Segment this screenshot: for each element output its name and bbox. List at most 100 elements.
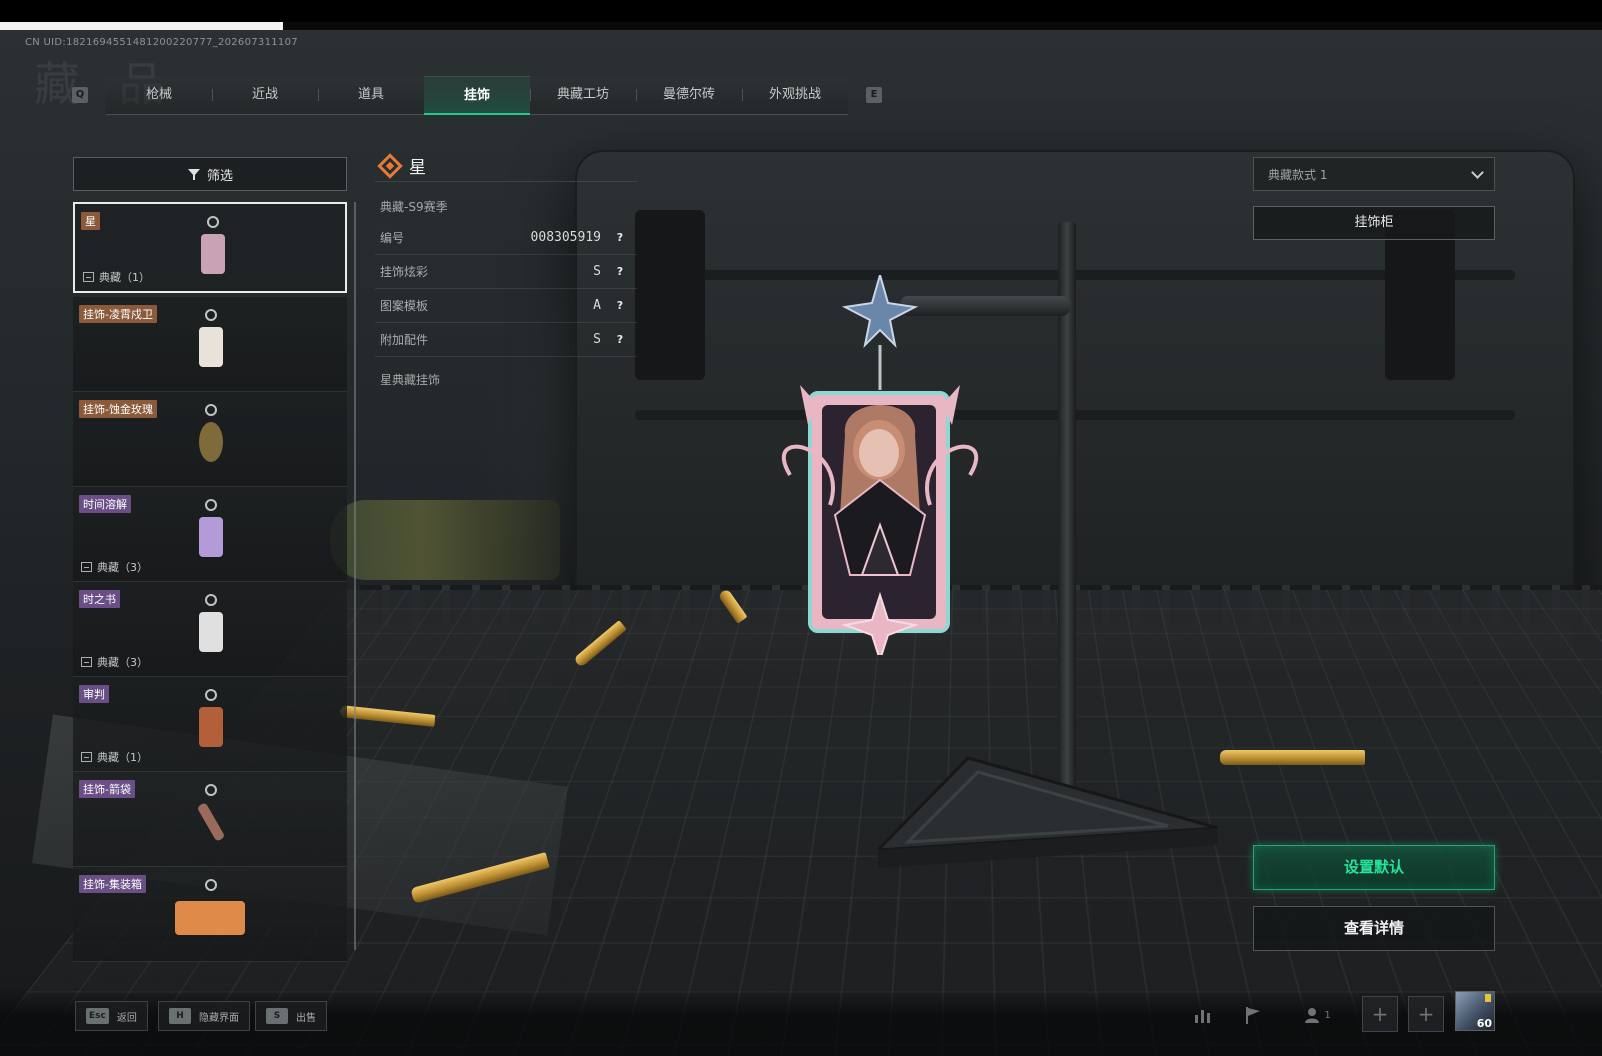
view-details-button[interactable]: 查看详情	[1253, 906, 1495, 951]
row-label: 附加配件	[380, 333, 429, 347]
help-icon[interactable]: ?	[613, 333, 627, 347]
sell-hint[interactable]: S 出售	[255, 1001, 327, 1031]
item-tag: 时间溶解	[79, 495, 131, 513]
collection-label: 典藏（1）	[97, 751, 148, 764]
help-icon[interactable]: ?	[613, 299, 627, 313]
row-label: 图案模板	[380, 299, 429, 313]
bullet-prop	[1220, 750, 1365, 765]
top-progress-strip	[0, 22, 1602, 30]
detail-season: 典藏-S9赛季	[380, 200, 448, 214]
charm-thumbnail	[193, 309, 229, 375]
friends-icon[interactable]: 1	[1295, 1000, 1339, 1030]
charm-thumbnail	[193, 594, 229, 660]
item-tag: 时之书	[79, 590, 120, 608]
charm-thumbnail	[193, 689, 229, 755]
player-level: 60	[1476, 1017, 1492, 1030]
chevron-down-icon	[1471, 166, 1484, 179]
tab-mandel-bricks[interactable]: 曼德尔砖	[636, 76, 742, 114]
tab-melee[interactable]: 近战	[212, 76, 318, 114]
collection-label: 典藏（3）	[97, 656, 148, 669]
list-item[interactable]: 挂饰-蚀金玫瑰	[73, 392, 347, 487]
charm-detail-panel: 星 典藏-S9赛季 编号 008305919 ? 挂饰炫彩 S ? 图案模板 A…	[375, 150, 637, 388]
row-value: A	[593, 298, 601, 313]
collection-icon	[81, 752, 92, 762]
filter-icon	[187, 167, 201, 181]
dropdown-value: 典藏款式 1	[1268, 167, 1328, 182]
collection-label: 典藏（1）	[99, 271, 150, 284]
list-item[interactable]: 时之书 典藏（3）	[73, 582, 347, 677]
row-label: 挂饰炫彩	[380, 265, 429, 279]
collection-count: 典藏（1）	[81, 749, 148, 765]
row-label: 编号	[380, 231, 405, 245]
detail-header: 星	[375, 150, 637, 182]
friends-count: 1	[1324, 1009, 1331, 1021]
player-uid: CN UID:1821694551481200220777_2026073111…	[25, 37, 298, 48]
charm-thumbnail	[175, 879, 245, 945]
help-icon[interactable]: ?	[613, 265, 627, 279]
list-item[interactable]: 审判 典藏（1）	[73, 677, 347, 772]
list-item[interactable]: 星 典藏（1）	[73, 202, 347, 293]
item-tag: 挂饰-集装箱	[79, 875, 146, 893]
charm-list: 星 典藏（1） 挂饰-凌霄戍卫 挂饰-蚀金玫瑰 时间溶解 典藏（3） 时之书 典…	[73, 202, 347, 962]
category-tabs: Q 枪械 近战 道具 挂饰 典藏工坊 曼德尔砖 外观挑战 E	[72, 75, 882, 115]
charm-thumbnail	[193, 499, 229, 565]
charm-preview	[781, 275, 979, 655]
detail-row-serial: 编号 008305919 ?	[375, 221, 637, 255]
tab-next-key[interactable]: E	[866, 87, 882, 103]
set-default-button[interactable]: 设置默认	[1253, 845, 1495, 890]
key-cap: H	[169, 1008, 191, 1024]
list-scrollbar[interactable]	[354, 202, 356, 950]
tab-strip: 枪械 近战 道具 挂饰 典藏工坊 曼德尔砖 外观挑战	[106, 75, 848, 115]
list-item[interactable]: 时间溶解 典藏（3）	[73, 487, 347, 582]
list-item[interactable]: 挂饰-箭袋	[73, 772, 347, 867]
plus-icon[interactable]: +	[1362, 996, 1398, 1032]
title-diamond-icon	[377, 152, 403, 179]
hide-ui-hint[interactable]: H 隐藏界面	[158, 1001, 250, 1031]
flag-icon[interactable]	[1238, 1000, 1268, 1030]
charm-stand-base	[878, 756, 1218, 868]
row-value: 008305919	[530, 230, 601, 245]
collection-count: 典藏（3）	[81, 559, 148, 575]
detail-title: 星	[409, 158, 426, 178]
tab-appearance-challenge[interactable]: 外观挑战	[742, 76, 848, 114]
collection-count: 典藏（3）	[81, 654, 148, 670]
stats-icon[interactable]	[1188, 1000, 1218, 1030]
detail-footnote: 星典藏挂饰	[380, 373, 441, 387]
collection-icon	[83, 272, 94, 282]
help-icon[interactable]: ?	[613, 231, 627, 245]
item-tag: 挂饰-凌霄戍卫	[79, 305, 157, 323]
tab-items[interactable]: 道具	[318, 76, 424, 114]
bottle-prop	[330, 500, 560, 580]
key-cap: Esc	[86, 1008, 109, 1024]
collection-style-dropdown[interactable]: 典藏款式 1	[1253, 157, 1495, 191]
key-cap: S	[266, 1008, 288, 1024]
tab-guns[interactable]: 枪械	[106, 76, 212, 114]
charm-thumbnail	[193, 404, 229, 470]
filter-button[interactable]: 筛选	[73, 157, 347, 191]
row-value: S	[593, 332, 601, 347]
tab-prev-key[interactable]: Q	[72, 87, 88, 103]
detail-row-pattern: 图案模板 A ?	[375, 289, 637, 323]
charm-cabinet-button[interactable]: 挂饰柜	[1253, 206, 1495, 240]
item-tag: 星	[81, 212, 100, 230]
list-item[interactable]: 挂饰-凌霄戍卫	[73, 297, 347, 392]
row-value: S	[593, 264, 601, 279]
collection-icon	[81, 562, 92, 572]
hint-label: 返回	[116, 1012, 137, 1024]
back-hint[interactable]: Esc 返回	[75, 1001, 148, 1031]
item-tag: 审判	[79, 685, 109, 703]
tab-charms[interactable]: 挂饰	[424, 75, 530, 115]
rank-flag-icon	[1485, 994, 1491, 1002]
item-tag: 挂饰-蚀金玫瑰	[79, 400, 157, 418]
filter-label: 筛选	[206, 168, 233, 184]
plus-icon[interactable]: +	[1408, 996, 1444, 1032]
charm-thumbnail	[193, 784, 229, 850]
charm-thumbnail	[195, 216, 231, 282]
list-item[interactable]: 挂饰-集装箱	[73, 867, 347, 962]
avatar[interactable]: 60	[1455, 991, 1495, 1031]
tab-collection-workshop[interactable]: 典藏工坊	[530, 76, 636, 114]
top-black-bar	[0, 0, 1602, 22]
collection-label: 典藏（3）	[97, 561, 148, 574]
item-tag: 挂饰-箭袋	[79, 780, 135, 798]
hint-label: 出售	[296, 1012, 316, 1024]
